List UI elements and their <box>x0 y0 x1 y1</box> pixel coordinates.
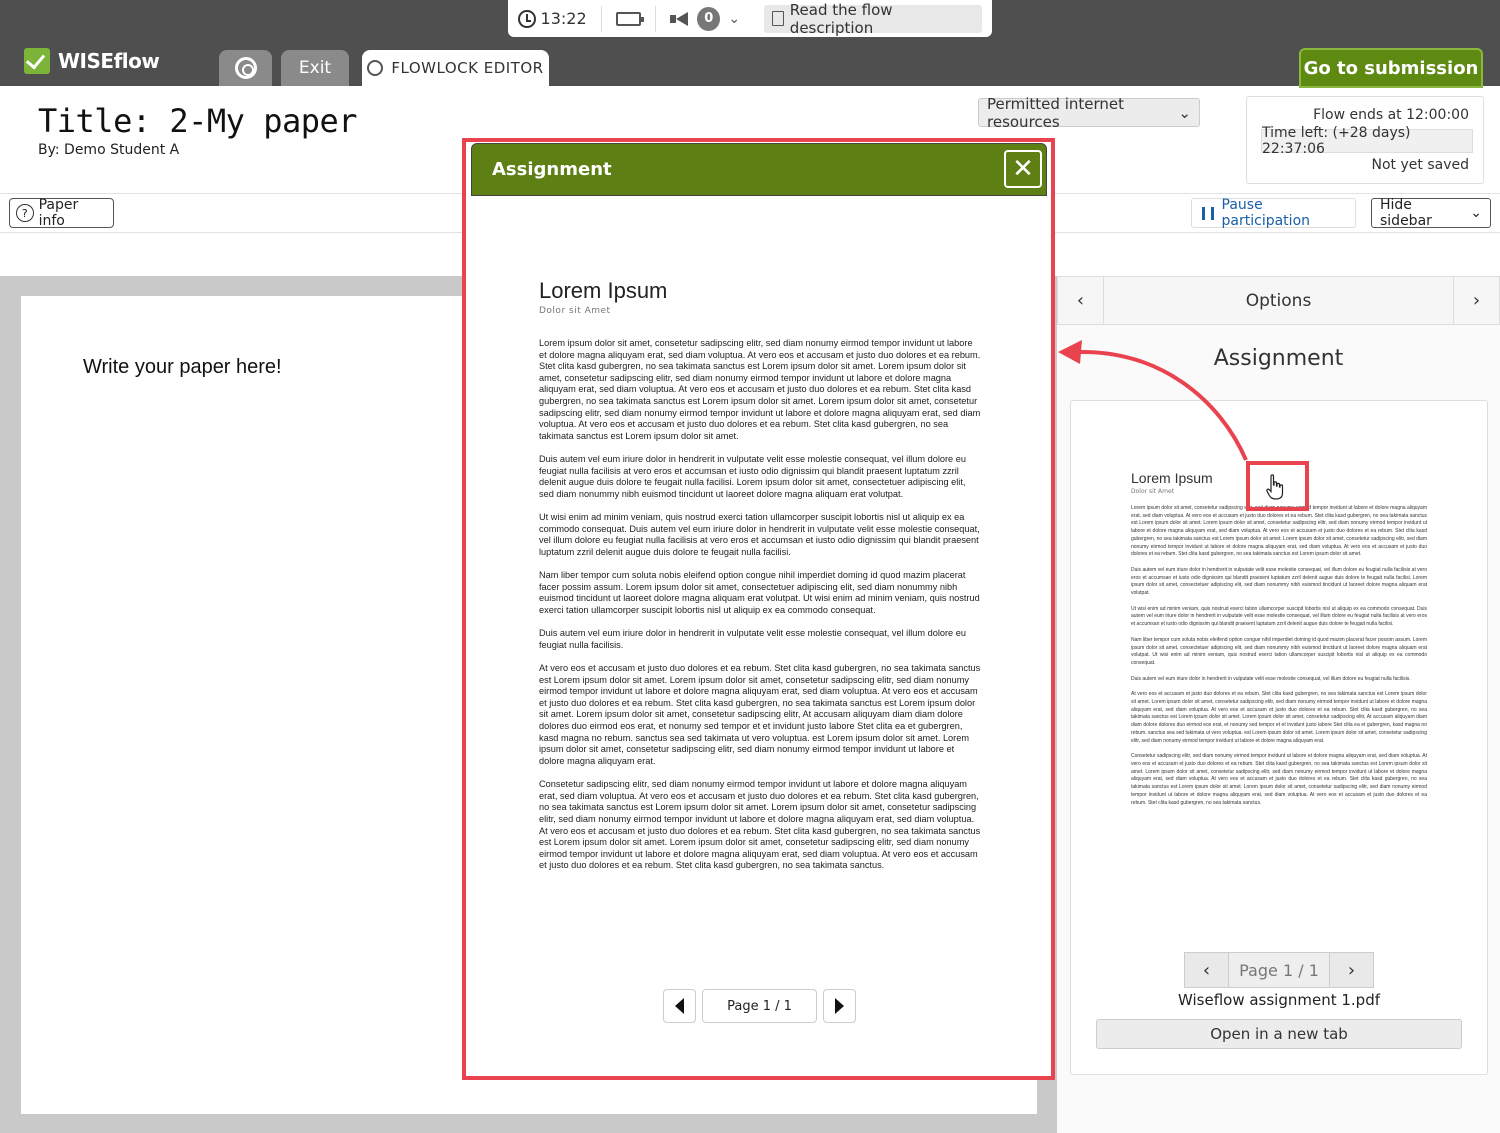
thumbnail-paragraph: Duis autem vel eum iriure dolor in hendr… <box>1131 675 1411 682</box>
pause-participation-button[interactable]: Pause participation <box>1191 197 1356 229</box>
thumbnail-paragraph: Duis autem vel eum iriure dolor in hendr… <box>1131 566 1427 597</box>
pause-label: Pause participation <box>1221 197 1311 229</box>
assignment-document: Lorem Ipsum Dolor sit Amet Lorem ipsum d… <box>539 278 981 884</box>
modal-page-label: Page 1 / 1 <box>702 989 817 1023</box>
document-title: Lorem Ipsum <box>539 278 668 303</box>
document-icon <box>772 11 784 26</box>
settings-tab[interactable] <box>219 50 272 86</box>
assignment-thumbnail[interactable]: Lorem Ipsum Dolor sit Amet Lorem ipsum d… <box>1131 470 1427 815</box>
status-bar: 13:22 0 ⌄ Read the flow description <box>508 0 992 37</box>
permitted-resources-label: Permitted internet resources <box>987 94 1125 131</box>
close-icon: ✕ <box>1012 154 1034 184</box>
flowlock-editor-label: FLOWLOCK EDITOR <box>391 59 544 77</box>
page-title: Title: 2-My paper <box>38 102 358 140</box>
time-left-text: Time left: (+28 days) 22:37:06 <box>1261 125 1473 157</box>
hide-sidebar-button[interactable]: Hide sidebar ⌄ <box>1371 197 1491 229</box>
save-status-text: Not yet saved <box>1371 157 1469 173</box>
pointer-arrow-icon <box>1058 340 1248 461</box>
chevron-down-icon[interactable]: ⌄ <box>728 11 740 27</box>
battery-icon[interactable] <box>615 11 645 26</box>
document-paragraph: Lorem ipsum dolor sit amet, consetetur s… <box>539 338 981 441</box>
wiseflow-logo: WISEflow <box>24 48 160 74</box>
paper-info-label: Paper info <box>38 197 79 229</box>
permitted-resources-dropdown[interactable]: Permitted internet resources ⌄ <box>978 95 1200 131</box>
author-label: By: Demo Student A <box>38 142 180 158</box>
wiseflow-logo-icon <box>24 48 50 74</box>
document-paragraph: Ut wisi enim ad minim veniam, quis nostr… <box>539 512 980 557</box>
options-title: Options <box>1245 290 1312 311</box>
sidebar-pager: ‹ Page 1 / 1 › <box>1184 952 1374 988</box>
sidebar-page-label: Page 1 / 1 <box>1239 960 1319 980</box>
clock-time: 13:22 <box>540 9 587 28</box>
document-subtitle: Dolor sit Amet <box>539 306 611 316</box>
top-bar: WISEflow Exit FLOWLOCK EDITOR 13:22 0 ⌄ … <box>0 0 1500 88</box>
go-to-submission-button[interactable]: Go to submission <box>1299 48 1483 88</box>
close-modal-button[interactable]: ✕ <box>1004 150 1042 188</box>
triangle-right-icon <box>835 998 844 1014</box>
open-in-new-tab-button[interactable]: Open in a new tab <box>1096 1019 1462 1049</box>
divider <box>600 5 602 32</box>
flowlock-icon <box>367 60 384 76</box>
flowlock-editor-tab[interactable]: FLOWLOCK EDITOR <box>362 50 549 86</box>
gear-icon <box>234 57 257 79</box>
modal-title: Assignment <box>492 159 612 180</box>
clock-icon <box>518 9 536 28</box>
document-paragraph: At vero eos et accusam et justo duo dolo… <box>539 663 981 766</box>
paper-info-button[interactable]: ? Paper info <box>9 197 114 229</box>
options-prev-button[interactable]: ‹ <box>1058 277 1104 324</box>
modal-pager: Page 1 / 1 <box>663 989 856 1023</box>
sidebar-prev-page-button[interactable]: ‹ <box>1185 953 1229 987</box>
document-paragraph: Duis autem vel eum iriure dolor in hendr… <box>539 628 966 650</box>
question-icon: ? <box>16 204 34 222</box>
thumbnail-paragraph: Nam liber tempor cum soluta nobis eleife… <box>1131 636 1427 666</box>
notification-count-badge[interactable]: 0 <box>697 6 721 31</box>
thumbnail-paragraph: Consetetur sadipscing elitr, sed diam no… <box>1131 753 1427 806</box>
document-paragraph: Duis autem vel eum iriure dolor in hendr… <box>539 454 966 499</box>
assignment-file-name: Wiseflow assignment 1.pdf <box>1177 991 1381 1009</box>
sidebar-next-page-button[interactable]: › <box>1329 953 1373 987</box>
flow-description-label: Read the flow description <box>789 0 893 37</box>
chevron-down-icon: ⌄ <box>1470 205 1482 221</box>
chevron-down-icon: ⌄ <box>1178 103 1191 122</box>
modal-prev-page-button[interactable] <box>663 989 696 1023</box>
document-paragraph: Consetetur sadipscing elitr, sed diam no… <box>539 779 981 871</box>
triangle-left-icon <box>675 998 684 1014</box>
hide-sidebar-label: Hide sidebar <box>1380 197 1432 229</box>
modal-header: Assignment <box>471 143 1047 196</box>
exit-tab[interactable]: Exit <box>281 50 349 86</box>
options-next-button[interactable]: › <box>1453 277 1499 324</box>
divider <box>654 5 656 32</box>
document-paragraph: Nam liber tempor cum soluta nobis eleife… <box>539 570 980 615</box>
pause-icon <box>1202 206 1214 220</box>
editor-content[interactable]: Write your paper here! <box>83 356 282 379</box>
thumbnail-paragraph: Ut wisi enim ad minim veniam, quis nostr… <box>1131 605 1427 628</box>
flow-info-box: Flow ends at 12:00:00 Time left: (+28 da… <box>1246 96 1484 184</box>
options-nav: ‹ Options › <box>1057 276 1500 325</box>
modal-next-page-button[interactable] <box>823 989 856 1023</box>
thumbnail-paragraph: Lorem ipsum dolor sit amet, consetetur s… <box>1131 505 1427 558</box>
megaphone-icon[interactable] <box>669 11 689 26</box>
read-flow-description-button[interactable]: Read the flow description <box>764 1 982 37</box>
thumbnail-paragraph: At vero eos et accusam et justo duo dolo… <box>1131 691 1427 744</box>
flow-ends-text: Flow ends at 12:00:00 <box>1313 107 1469 123</box>
logo-text: WISEflow <box>58 49 160 73</box>
